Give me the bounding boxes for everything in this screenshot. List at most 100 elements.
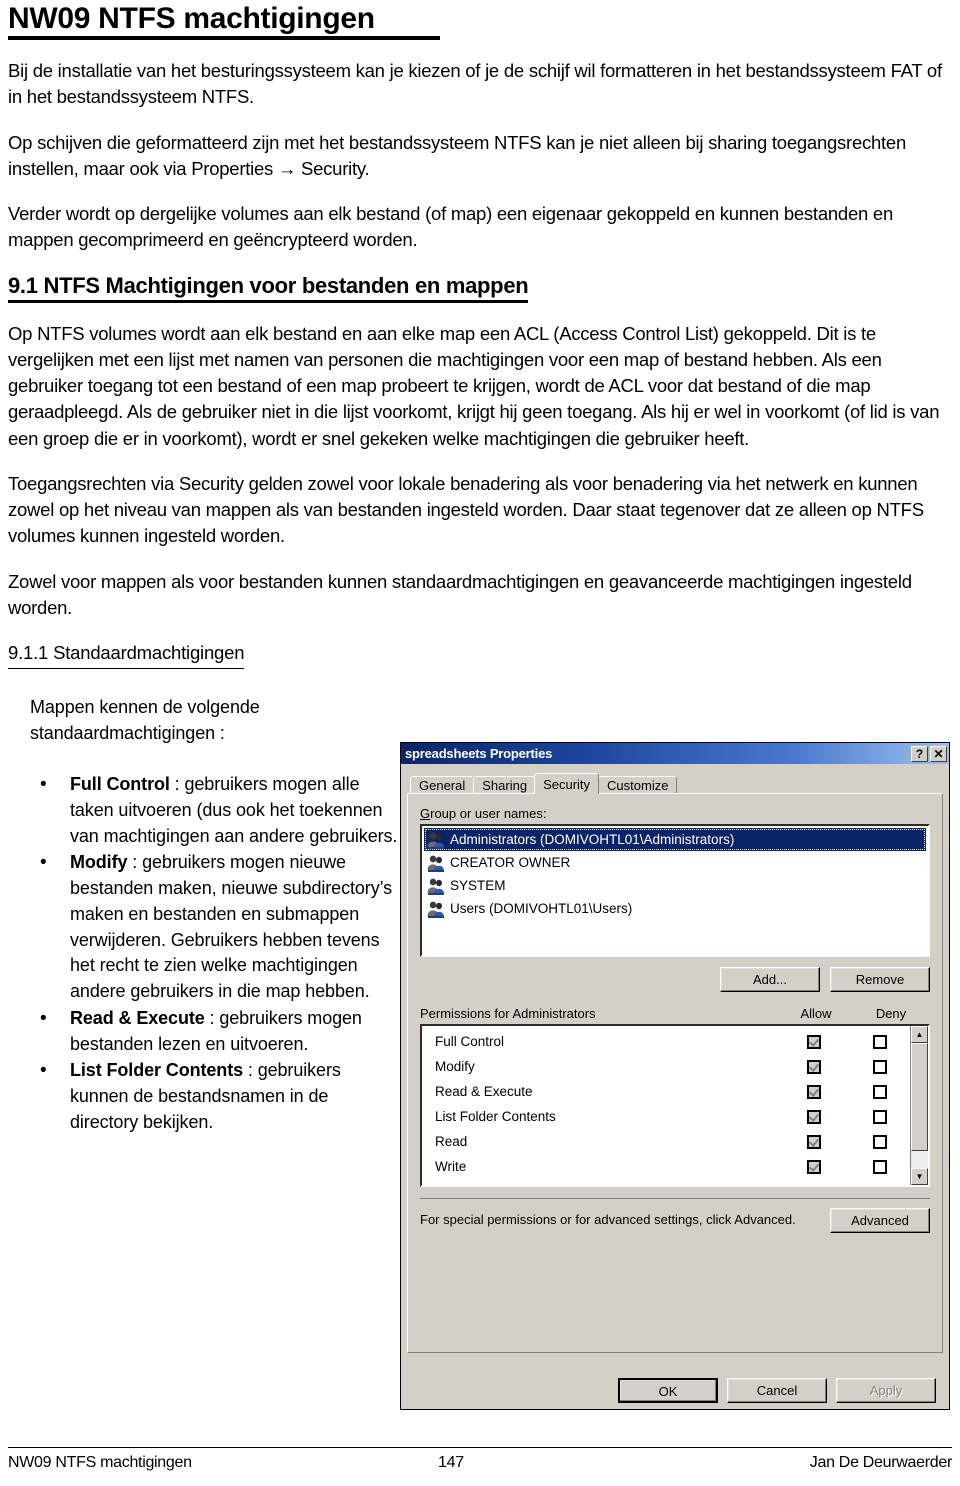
- list-item[interactable]: Administrators (DOMIVOHTL01\Administrato…: [424, 828, 926, 851]
- table-row[interactable]: Modify: [422, 1054, 910, 1079]
- scroll-down-icon[interactable]: ▼: [911, 1168, 928, 1185]
- users-group-icon: [426, 831, 446, 849]
- deny-checkbox[interactable]: [873, 1034, 887, 1049]
- deny-checkbox-cell[interactable]: [850, 1159, 910, 1174]
- allow-checkbox[interactable]: [807, 1059, 821, 1074]
- permissions-list[interactable]: Full Control Modify Read & Execute List …: [420, 1024, 930, 1187]
- list-item: Modify : gebruikers mogen nieuwe bestand…: [30, 849, 400, 1004]
- deny-checkbox[interactable]: [873, 1084, 887, 1099]
- section-9-1-paragraph-2: Toegangsrechten via Security gelden zowe…: [8, 472, 924, 547]
- intro-paragraph-3: Verder wordt op dergelijke volumes aan e…: [8, 203, 893, 251]
- page-title: NW09 NTFS machtigingen: [8, 2, 375, 35]
- ok-button[interactable]: OK: [618, 1378, 718, 1403]
- remove-button[interactable]: Remove: [830, 967, 930, 992]
- advanced-button[interactable]: Advanced: [830, 1208, 930, 1233]
- table-row[interactable]: Full Control: [422, 1029, 910, 1054]
- bullet-text: gebruikers mogen nieuwe bestanden maken,…: [70, 852, 393, 1002]
- intro-paragraph-2: Op schijven die geformatteerd zijn met h…: [8, 131, 906, 179]
- group-label-rest: roup or user names:: [430, 806, 547, 821]
- group-actions-row: Add... Remove: [420, 967, 930, 992]
- section-9-1-paragraph-3: Zowel voor mappen als voor bestanden kun…: [8, 570, 912, 618]
- footer-author: Jan De Deurwaerder: [809, 1454, 953, 1471]
- scrollbar-track[interactable]: [911, 1043, 928, 1168]
- bullet-term: Read & Execute: [70, 1007, 205, 1028]
- deny-checkbox[interactable]: [873, 1134, 887, 1149]
- intro-paragraph-1: Bij de installatie van het besturingssys…: [8, 60, 942, 108]
- bullet-term: Full Control: [70, 774, 170, 795]
- section-heading-9-1: 9.1 NTFS Machtigingen voor bestanden en …: [8, 273, 529, 303]
- deny-checkbox-cell[interactable]: [850, 1134, 910, 1149]
- scrollbar-thumb[interactable]: [911, 1043, 928, 1151]
- allow-checkbox-cell[interactable]: [778, 1084, 850, 1099]
- left-text-column: 9.1.1 Standaardmachtigingen Mappen kenne…: [8, 640, 400, 1135]
- list-item[interactable]: SYSTEM: [424, 874, 926, 897]
- users-group-icon: [426, 877, 446, 895]
- deny-column-header: Deny: [875, 1006, 907, 1021]
- list-item: List Folder Contents : gebruikers kunnen…: [30, 1057, 400, 1135]
- permissions-scrollbar[interactable]: ▲ ▼: [910, 1026, 928, 1185]
- properties-dialog[interactable]: spreadsheets Properties ? ✕ General Shar…: [400, 742, 950, 1410]
- standard-permissions-lead: Mappen kennen de volgende standaardmacht…: [30, 697, 260, 743]
- allow-checkbox[interactable]: [807, 1084, 821, 1099]
- permission-name: Read & Execute: [435, 1084, 533, 1099]
- deny-checkbox[interactable]: [873, 1059, 887, 1074]
- list-item: Read & Execute : gebruikers mogen bestan…: [30, 1005, 400, 1057]
- allow-checkbox[interactable]: [807, 1109, 821, 1124]
- deny-checkbox-cell[interactable]: [850, 1059, 910, 1074]
- help-icon[interactable]: ?: [911, 745, 928, 762]
- standard-permissions-bullet-list: Full Control : gebruikers mogen alle tak…: [8, 771, 400, 1135]
- bullet-separator: :: [127, 852, 143, 873]
- page-footer: NW09 NTFS machtigingen 147 Jan De Deurwa…: [8, 1447, 952, 1472]
- cancel-button[interactable]: Cancel: [727, 1378, 827, 1403]
- tab-strip: General Sharing Security Customize: [407, 771, 943, 794]
- group-or-user-names-list[interactable]: Administrators (DOMIVOHTL01\Administrato…: [420, 824, 930, 957]
- scroll-up-icon[interactable]: ▲: [911, 1026, 928, 1043]
- dialog-body: General Sharing Security Customize Group…: [401, 764, 949, 1359]
- allow-column-header: Allow: [800, 1006, 832, 1021]
- tab-general[interactable]: General: [410, 776, 475, 793]
- allow-checkbox[interactable]: [807, 1034, 821, 1049]
- dialog-titlebar[interactable]: spreadsheets Properties ? ✕: [401, 743, 949, 764]
- permission-name: Full Control: [435, 1034, 505, 1049]
- close-icon[interactable]: ✕: [930, 745, 947, 762]
- deny-checkbox[interactable]: [873, 1109, 887, 1124]
- deny-checkbox-cell[interactable]: [850, 1084, 910, 1099]
- table-row[interactable]: List Folder Contents: [422, 1104, 910, 1129]
- list-item-label: Administrators (DOMIVOHTL01\Administrato…: [450, 832, 735, 847]
- allow-checkbox[interactable]: [807, 1134, 821, 1149]
- allow-checkbox-cell[interactable]: [778, 1034, 850, 1049]
- tab-customize[interactable]: Customize: [598, 776, 678, 793]
- deny-checkbox[interactable]: [873, 1159, 887, 1174]
- dialog-title: spreadsheets Properties: [405, 746, 553, 761]
- allow-checkbox-cell[interactable]: [778, 1059, 850, 1074]
- allow-checkbox[interactable]: [807, 1159, 821, 1174]
- title-underline-rule: [8, 36, 440, 40]
- permissions-for-label: Permissions for Administrators: [420, 1006, 596, 1021]
- table-row[interactable]: Write: [422, 1154, 910, 1179]
- tab-sharing[interactable]: Sharing: [473, 776, 537, 793]
- permissions-rows: Full Control Modify Read & Execute List …: [422, 1026, 910, 1185]
- section-heading-9-1-1: 9.1.1 Standaardmachtigingen: [8, 640, 245, 670]
- table-row[interactable]: Read & Execute: [422, 1079, 910, 1104]
- bullet-separator: :: [243, 1060, 258, 1081]
- bullet-separator: :: [169, 774, 185, 795]
- deny-checkbox-cell[interactable]: [850, 1034, 910, 1049]
- allow-checkbox-cell[interactable]: [778, 1134, 850, 1149]
- permissions-header-row: Permissions for Administrators Allow Den…: [420, 1006, 930, 1021]
- footer-page-number: 147: [438, 1454, 464, 1471]
- tab-security[interactable]: Security: [534, 773, 600, 794]
- list-item-label: Users (DOMIVOHTL01\Users): [450, 901, 633, 916]
- list-item: Full Control : gebruikers mogen alle tak…: [30, 771, 400, 849]
- permission-name: Write: [435, 1159, 467, 1174]
- list-item[interactable]: Users (DOMIVOHTL01\Users): [424, 897, 926, 920]
- add-button[interactable]: Add...: [720, 967, 820, 992]
- permission-name: Modify: [435, 1059, 475, 1074]
- deny-checkbox-cell[interactable]: [850, 1109, 910, 1124]
- users-group-icon: [426, 900, 446, 918]
- table-row[interactable]: Read: [422, 1129, 910, 1154]
- list-item[interactable]: CREATOR OWNER: [424, 851, 926, 874]
- allow-checkbox-cell[interactable]: [778, 1109, 850, 1124]
- advanced-settings-row: For special permissions or for advanced …: [420, 1198, 930, 1233]
- allow-checkbox-cell[interactable]: [778, 1159, 850, 1174]
- permission-name: List Folder Contents: [435, 1109, 556, 1124]
